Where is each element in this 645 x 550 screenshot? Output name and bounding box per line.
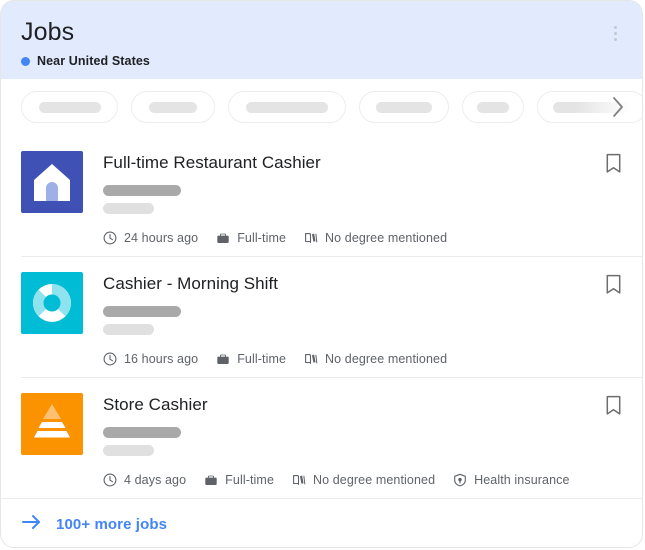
- location-placeholder: [103, 203, 154, 214]
- clock-icon: [103, 352, 117, 366]
- briefcase-icon: [216, 231, 230, 245]
- job-meta-row: 24 hours ago Full-time No degree mentioned: [103, 231, 626, 245]
- job-meta-item: 4 days ago: [103, 473, 186, 487]
- more-jobs-label: 100+ more jobs: [56, 516, 167, 533]
- job-meta-item: Full-time: [216, 231, 286, 245]
- job-meta-item: No degree mentioned: [292, 473, 435, 487]
- job-meta-item: Full-time: [204, 473, 274, 487]
- bookmark-icon[interactable]: [602, 274, 624, 298]
- more-jobs-link[interactable]: 100+ more jobs: [1, 498, 642, 548]
- company-placeholder: [103, 306, 181, 317]
- filter-chip-placeholder: [39, 102, 101, 113]
- job-meta-label: Full-time: [237, 352, 286, 366]
- job-details: Store Cashier 4 days ago Full-time No degre…: [83, 393, 626, 484]
- job-row[interactable]: Cashier - Morning Shift 16 hours ago Full-…: [1, 256, 642, 377]
- page-title: Jobs: [21, 17, 622, 47]
- location-dot-icon: [21, 57, 30, 66]
- job-meta-label: No degree mentioned: [325, 231, 447, 245]
- kebab-menu-icon[interactable]: [604, 19, 626, 47]
- job-meta-item: 24 hours ago: [103, 231, 198, 245]
- donut-ring-logo: [21, 272, 83, 334]
- arrow-right-icon: [21, 513, 43, 536]
- filter-chip[interactable]: [359, 91, 449, 123]
- book-icon: [292, 473, 306, 487]
- job-row[interactable]: Full-time Restaurant Cashier 24 hours ago…: [1, 135, 642, 256]
- job-meta-item: Health insurance: [453, 473, 569, 487]
- filter-chip[interactable]: [21, 91, 118, 123]
- job-meta-label: 16 hours ago: [124, 352, 198, 366]
- filter-chip-placeholder: [477, 102, 509, 113]
- filter-chip[interactable]: [462, 91, 524, 123]
- company-placeholder: [103, 185, 181, 196]
- job-meta-label: Full-time: [237, 231, 286, 245]
- job-meta-label: Full-time: [225, 473, 274, 487]
- filter-chip-placeholder: [246, 102, 328, 113]
- job-meta-row: 4 days ago Full-time No degree mentioned He…: [103, 473, 626, 487]
- kebab-dot: [614, 26, 617, 29]
- shield-icon: [453, 473, 467, 487]
- filter-chip-placeholder: [149, 102, 197, 113]
- bookmark-icon[interactable]: [602, 153, 624, 177]
- location-placeholder: [103, 445, 154, 456]
- job-meta-label: No degree mentioned: [313, 473, 435, 487]
- filter-chip-placeholder: [376, 102, 432, 113]
- kebab-dot: [614, 38, 617, 41]
- book-icon: [304, 352, 318, 366]
- job-meta-item: No degree mentioned: [304, 352, 447, 366]
- home-building-logo: [21, 151, 83, 213]
- jobs-list: Full-time Restaurant Cashier 24 hours ago…: [1, 135, 642, 498]
- job-details: Full-time Restaurant Cashier 24 hours ago…: [83, 151, 626, 242]
- clock-icon: [103, 231, 117, 245]
- job-meta-item: No degree mentioned: [304, 231, 447, 245]
- job-meta-item: Full-time: [216, 352, 286, 366]
- filter-chip[interactable]: [228, 91, 346, 123]
- location-subtitle: Near United States: [21, 54, 622, 68]
- company-placeholder: [103, 427, 181, 438]
- book-icon: [304, 231, 318, 245]
- job-row[interactable]: Store Cashier 4 days ago Full-time No degre…: [1, 377, 642, 498]
- job-title: Full-time Restaurant Cashier: [103, 152, 626, 174]
- filter-chip[interactable]: [131, 91, 215, 123]
- bookmark-icon[interactable]: [602, 395, 624, 419]
- job-meta-row: 16 hours ago Full-time No degree mentioned: [103, 352, 626, 366]
- job-meta-label: No degree mentioned: [325, 352, 447, 366]
- job-details: Cashier - Morning Shift 16 hours ago Full-…: [83, 272, 626, 363]
- briefcase-icon: [204, 473, 218, 487]
- clock-icon: [103, 473, 117, 487]
- job-title: Cashier - Morning Shift: [103, 273, 626, 295]
- location-label: Near United States: [37, 54, 150, 68]
- chevron-right-icon[interactable]: [605, 94, 631, 120]
- job-meta-label: 24 hours ago: [124, 231, 198, 245]
- job-meta-item: 16 hours ago: [103, 352, 198, 366]
- location-placeholder: [103, 324, 154, 335]
- jobs-card: Jobs Near United States Full-time Restau…: [0, 0, 643, 548]
- pyramid-logo: [21, 393, 83, 455]
- job-meta-label: Health insurance: [474, 473, 569, 487]
- kebab-dot: [614, 32, 617, 35]
- job-title: Store Cashier: [103, 394, 626, 416]
- job-meta-label: 4 days ago: [124, 473, 186, 487]
- briefcase-icon: [216, 352, 230, 366]
- filter-chips-row: [1, 79, 642, 135]
- jobs-header: Jobs Near United States: [1, 1, 642, 79]
